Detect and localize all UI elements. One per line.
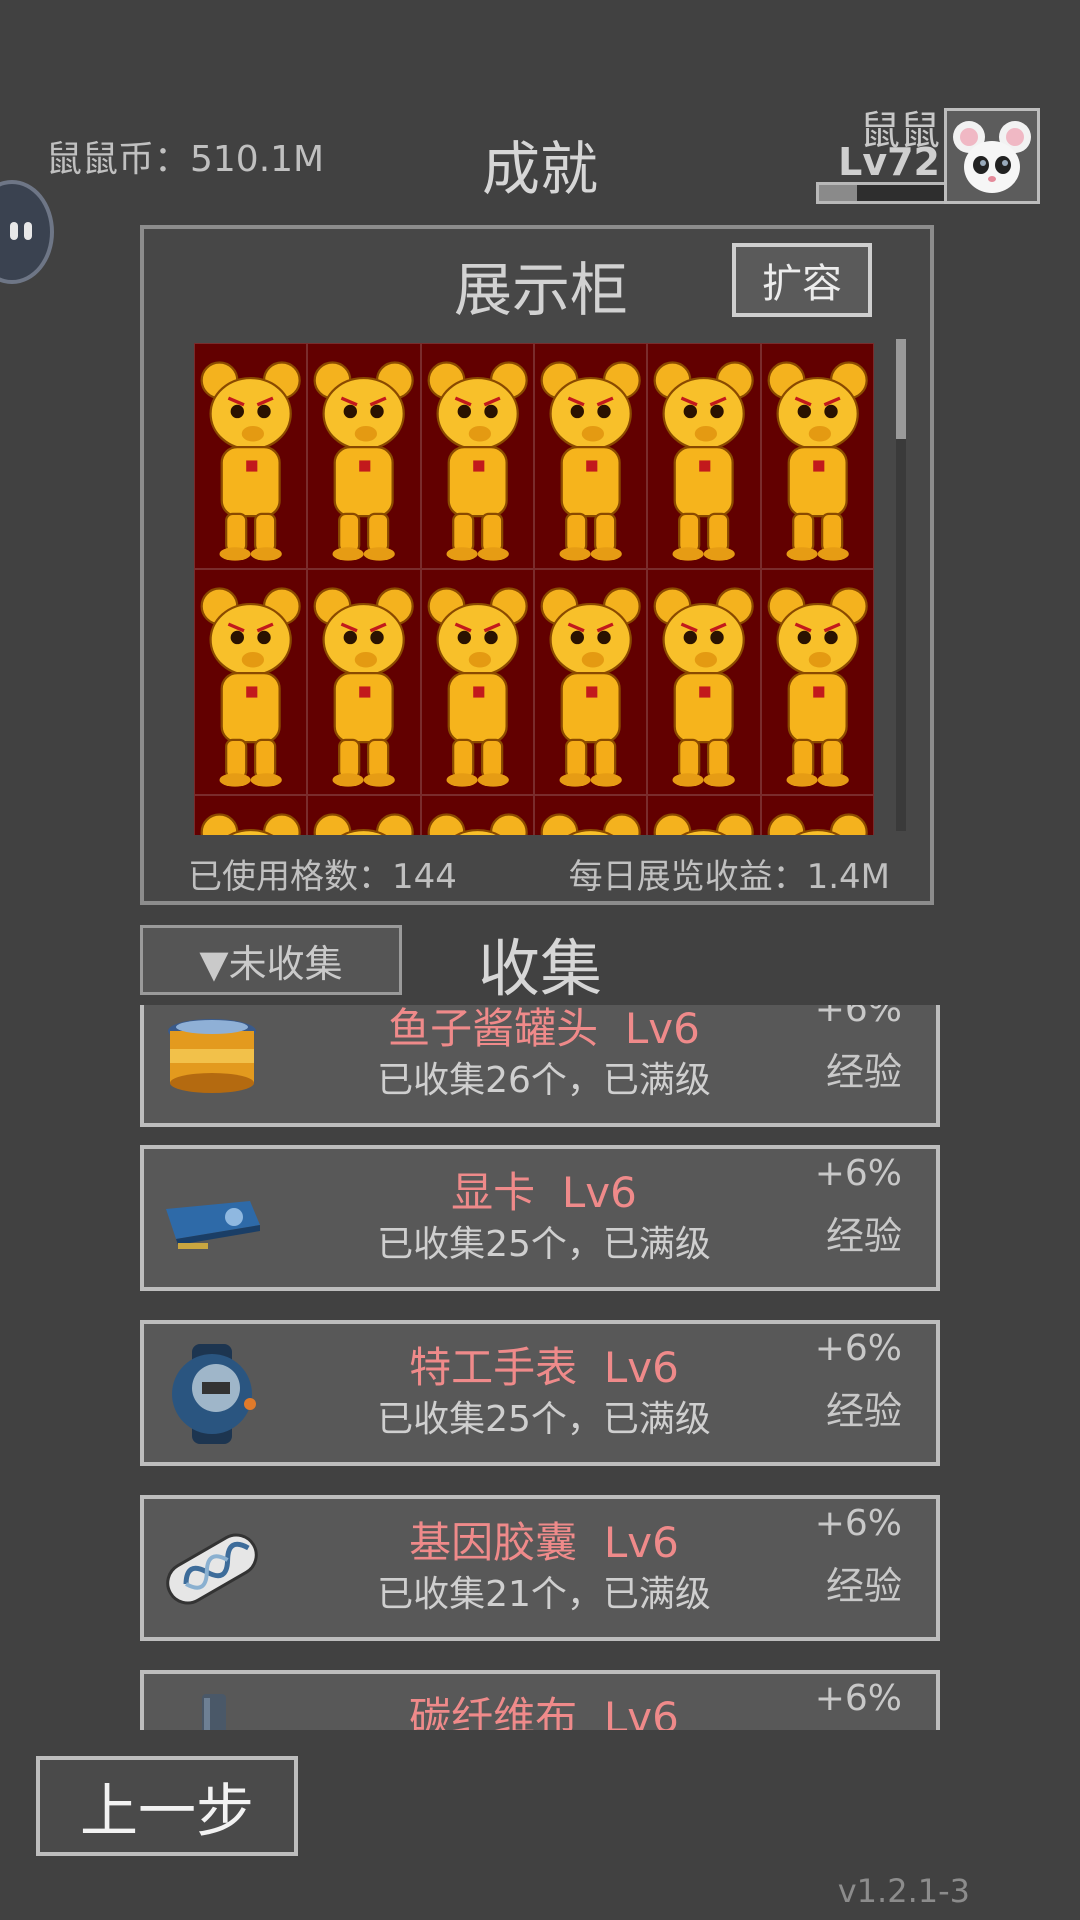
showcase-slot[interactable]: [194, 569, 308, 795]
golden-bear-icon: [313, 361, 415, 561]
collection-title: 收集: [477, 932, 602, 1005]
item-reward: 经验: [825, 1214, 902, 1258]
showcase-slot[interactable]: [307, 795, 421, 835]
showcase-slot[interactable]: [760, 569, 874, 795]
item-progress: 已收集21个，已满级: [377, 1574, 711, 1615]
collection-item-agent-watch[interactable]: 特工手表 Lv6 已收集25个，已满级 +6% 经验: [140, 1320, 940, 1466]
golden-bear-icon: [200, 813, 301, 835]
player-avatar[interactable]: [944, 108, 1040, 204]
showcase-slot[interactable]: [307, 569, 421, 795]
golden-bear-icon: [427, 813, 528, 835]
golden-bear-icon: [540, 587, 641, 787]
showcase-slot[interactable]: [760, 343, 874, 569]
xp-progress-fill: [819, 185, 857, 201]
golden-bear-icon: [653, 587, 755, 787]
showcase-slot[interactable]: [420, 569, 534, 795]
item-reward: 经验: [825, 1050, 902, 1094]
golden-bear-icon: [653, 361, 755, 561]
showcase-scroll-thumb[interactable]: [896, 339, 906, 439]
expand-button[interactable]: 扩容: [732, 243, 872, 317]
collection-item-caviar[interactable]: 鱼子酱罐头 Lv6 已收集26个，已满级 +6% 经验: [140, 1005, 940, 1127]
item-bonus: +6%: [814, 1005, 902, 1030]
collection-item-gene-capsule[interactable]: 基因胶囊 Lv6 已收集21个，已满级 +6% 经验: [140, 1495, 940, 1641]
collection-item-graphics-card[interactable]: 显卡 Lv6 已收集25个，已满级 +6% 经验: [140, 1145, 940, 1291]
showcase-slot[interactable]: [420, 795, 534, 835]
item-progress: 已收集26个，已满级: [377, 1060, 711, 1101]
golden-bear-icon: [540, 361, 641, 561]
golden-bear-icon: [653, 813, 755, 835]
showcase-slot[interactable]: [420, 343, 534, 569]
item-bonus: +6%: [814, 1153, 902, 1194]
golden-bear-icon: [540, 813, 641, 835]
player-level: Lv72: [838, 140, 940, 184]
item-bonus: +6%: [814, 1328, 902, 1369]
mouse-avatar-icon: [947, 111, 1037, 201]
showcase-slot[interactable]: [760, 795, 874, 835]
handle-eyes-icon: [10, 222, 32, 240]
showcase-slot[interactable]: [194, 795, 308, 835]
golden-bear-icon: [313, 813, 415, 835]
used-cells-count: 已使用格数：144: [188, 857, 457, 897]
showcase-panel: 展示柜 扩容 已使用格数：144 每日展览收益：1.4M: [140, 225, 934, 905]
showcase-slot[interactable]: [194, 343, 308, 569]
golden-bear-icon: [200, 587, 301, 787]
item-progress: 已收集25个，已满级: [377, 1224, 711, 1265]
golden-bear-icon: [200, 361, 301, 561]
xp-progress-bar: [816, 182, 948, 204]
showcase-slot[interactable]: [647, 795, 761, 835]
showcase-slot[interactable]: [647, 569, 761, 795]
golden-bear-icon: [313, 587, 415, 787]
showcase-slot[interactable]: [534, 569, 648, 795]
back-button[interactable]: 上一步: [36, 1756, 298, 1856]
collection-item-carbon-fiber[interactable]: 碳纤维布 Lv6 +6%: [140, 1670, 940, 1730]
showcase-slot[interactable]: [647, 343, 761, 569]
showcase-grid[interactable]: [194, 343, 874, 835]
item-reward: 经验: [825, 1389, 902, 1433]
item-bonus: +6%: [814, 1503, 902, 1544]
showcase-slot[interactable]: [534, 343, 648, 569]
collection-list[interactable]: 鱼子酱罐头 Lv6 已收集26个，已满级 +6% 经验 显卡 Lv6 已收集25…: [0, 1005, 1080, 1730]
golden-bear-icon: [767, 813, 868, 835]
golden-bear-icon: [427, 587, 528, 787]
item-reward: 经验: [825, 1564, 902, 1608]
item-progress: 已收集25个，已满级: [377, 1399, 711, 1440]
golden-bear-icon: [767, 361, 868, 561]
version-label: v1.2.1-3: [837, 1872, 970, 1910]
golden-bear-icon: [427, 361, 528, 561]
showcase-slot[interactable]: [307, 343, 421, 569]
daily-exhibit-income: 每日展览收益：1.4M: [568, 857, 890, 897]
showcase-slot[interactable]: [534, 795, 648, 835]
item-bonus: +6%: [814, 1678, 902, 1719]
golden-bear-icon: [767, 587, 868, 787]
side-menu-handle[interactable]: [0, 180, 54, 284]
